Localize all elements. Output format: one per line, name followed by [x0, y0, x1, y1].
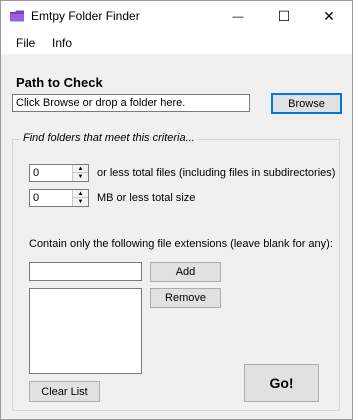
max-size-value: 0: [33, 192, 40, 204]
extensions-label: Contain only the following file extensio…: [29, 238, 333, 250]
clear-list-button[interactable]: Clear List: [29, 381, 100, 402]
window-title: Emtpy Folder Finder: [31, 9, 140, 23]
browse-button-label: Browse: [288, 97, 325, 110]
menu-info[interactable]: Info: [52, 36, 72, 50]
remove-button-label: Remove: [165, 292, 206, 304]
max-files-label: or less total files (including files in …: [97, 167, 336, 179]
minimize-button[interactable]: —: [215, 1, 261, 32]
browse-button[interactable]: Browse: [271, 93, 342, 114]
go-button-label: Go!: [269, 375, 294, 391]
path-field[interactable]: Click Browse or drop a folder here.: [12, 94, 250, 112]
minimize-icon: —: [232, 10, 244, 23]
folder-icon: [10, 10, 24, 22]
menu-file[interactable]: File: [16, 36, 35, 50]
extension-input[interactable]: [29, 262, 142, 281]
add-button-label: Add: [175, 266, 196, 278]
max-files-stepper[interactable]: 0 ▲ ▼: [29, 164, 89, 182]
remove-button[interactable]: Remove: [150, 288, 221, 308]
max-size-stepper[interactable]: 0 ▲ ▼: [29, 189, 89, 207]
max-files-spinner: ▲ ▼: [72, 165, 88, 181]
clear-list-button-label: Clear List: [41, 385, 88, 398]
maximize-button[interactable]: ☐: [261, 1, 307, 32]
add-button[interactable]: Add: [150, 262, 221, 282]
max-files-value: 0: [33, 167, 40, 179]
spin-down-icon[interactable]: ▼: [73, 173, 88, 181]
maximize-icon: ☐: [277, 8, 291, 24]
criteria-legend: Find folders that meet this criteria...: [20, 132, 198, 144]
max-size-spinner: ▲ ▼: [72, 190, 88, 206]
spin-up-icon[interactable]: ▲: [73, 190, 88, 198]
close-button[interactable]: ✕: [306, 1, 352, 32]
go-button[interactable]: Go!: [244, 364, 319, 402]
close-icon: ✕: [323, 8, 335, 24]
extension-list[interactable]: [29, 288, 142, 374]
spin-down-icon[interactable]: ▼: [73, 198, 88, 206]
menu-bar: File Info: [1, 32, 352, 54]
path-heading: Path to Check: [16, 75, 103, 90]
max-size-label: MB or less total size: [97, 192, 196, 204]
spin-up-icon[interactable]: ▲: [73, 165, 88, 173]
title-bar[interactable]: Emtpy Folder Finder — ☐ ✕: [1, 1, 352, 32]
app-window: Emtpy Folder Finder — ☐ ✕ File Info Path…: [0, 0, 353, 420]
